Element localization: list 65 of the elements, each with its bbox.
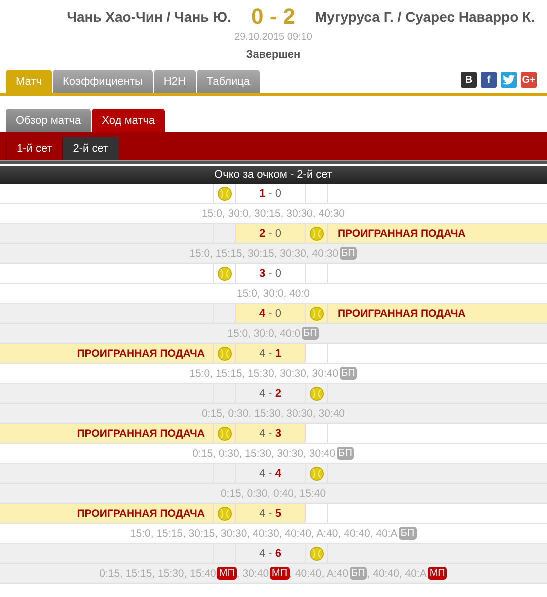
point-sequence: 15:0, 15:15, 15:30, 30:30, 30:40	[190, 368, 339, 380]
match-point-badge: МП	[270, 567, 290, 580]
match-point-badge: МП	[217, 567, 237, 580]
set-tab[interactable]: 2-й сет	[62, 137, 119, 160]
section-header: Очко за очком - 2-й сет	[0, 166, 547, 184]
point-sequence: , 30:40	[236, 568, 270, 580]
tennis-ball-icon	[218, 266, 232, 280]
game-score: 4 - 0	[259, 308, 282, 320]
lost-serve-label: ПРОИГРАННАЯ ПОДАЧА	[77, 508, 205, 520]
break-point-badge: БП	[336, 447, 354, 460]
break-point-badge: БП	[340, 367, 358, 380]
point-sequence: 0:15, 0:30, 0:40, 15:40	[220, 488, 326, 500]
home-team-name: Чань Хао-Чин / Чань Ю.	[66, 9, 232, 25]
lost-serve-label: ПРОИГРАННАЯ ПОДАЧА	[338, 228, 466, 240]
point-sequence: 15:0, 15:15, 30:15, 30:30, 40:30	[190, 248, 339, 260]
game-score: 1 - 0	[259, 188, 282, 200]
tab[interactable]: Обзор матча	[6, 109, 92, 132]
tennis-ball-icon	[218, 426, 232, 440]
bird-icon	[503, 75, 515, 85]
tab[interactable]: Матч	[6, 70, 52, 93]
lost-serve-label: ПРОИГРАННАЯ ПОДАЧА	[77, 348, 205, 360]
game-score: 4 - 5	[259, 508, 282, 520]
game-score: 4 - 4	[259, 468, 282, 480]
point-sequence: 15:0, 30:0, 40:0	[237, 288, 310, 300]
match-status: Завершен	[245, 49, 302, 61]
lost-serve-label: ПРОИГРАННАЯ ПОДАЧА	[338, 308, 466, 320]
game-score: 3 - 0	[259, 268, 282, 280]
match-score: 0 - 2	[250, 4, 297, 30]
game-score: 4 - 1	[259, 348, 282, 360]
game-score: 4 - 6	[259, 548, 282, 560]
point-sequence: 0:15, 0:30, 15:30, 30:30, 30:40	[202, 408, 346, 420]
tennis-ball-icon	[310, 226, 324, 240]
tennis-ball-icon	[310, 546, 324, 560]
twitter-share-button[interactable]	[501, 72, 517, 88]
game-score: 4 - 2	[259, 388, 282, 400]
tennis-ball-icon	[218, 506, 232, 520]
game-score: 4 - 3	[259, 428, 282, 440]
tab[interactable]: Коэффициенты	[52, 70, 153, 93]
tennis-ball-icon	[310, 466, 324, 480]
tab[interactable]: H2H	[154, 70, 196, 93]
break-point-badge: БП	[398, 527, 417, 540]
tennis-ball-icon	[310, 306, 324, 320]
break-point-badge: БП	[340, 247, 358, 260]
point-sequence: 0:15, 15:15, 15:30, 15:40	[100, 568, 216, 580]
break-point-badge: БП	[350, 567, 368, 580]
share-button[interactable]: В	[461, 72, 477, 88]
point-sequence: , 40:40, 40:A	[367, 568, 427, 580]
tennis-ball-icon	[310, 386, 324, 400]
away-team-name: Мугуруса Г. / Суарес Наварро К.	[316, 9, 536, 25]
point-sequence: 0:15, 0:30, 15:30, 30:30, 30:40	[192, 448, 336, 460]
tab[interactable]: Ход матча	[92, 109, 166, 132]
point-sequence: 15:0, 30:0, 30:15, 30:30, 40:30	[202, 208, 346, 220]
point-sequence: , 40:40, A:40	[290, 568, 349, 580]
tennis-ball-icon	[218, 346, 232, 360]
tab[interactable]: Таблица	[196, 70, 260, 93]
game-score: 2 - 0	[259, 228, 282, 240]
point-sequence: 15:0, 15:15, 30:15, 30:30, 40:30, 40:40, A:40, 40:40, 40:A	[130, 528, 398, 540]
share-button[interactable]: G+	[521, 72, 537, 88]
break-point-badge: БП	[302, 327, 320, 340]
match-point-badge: МП	[428, 567, 448, 580]
point-sequence: 15:0, 30:0, 40:0	[228, 328, 301, 340]
match-date: 29.10.2015 09:10	[234, 32, 314, 43]
tennis-ball-icon	[218, 186, 232, 200]
share-button[interactable]: f	[481, 72, 497, 88]
lost-serve-label: ПРОИГРАННАЯ ПОДАЧА	[77, 428, 205, 440]
